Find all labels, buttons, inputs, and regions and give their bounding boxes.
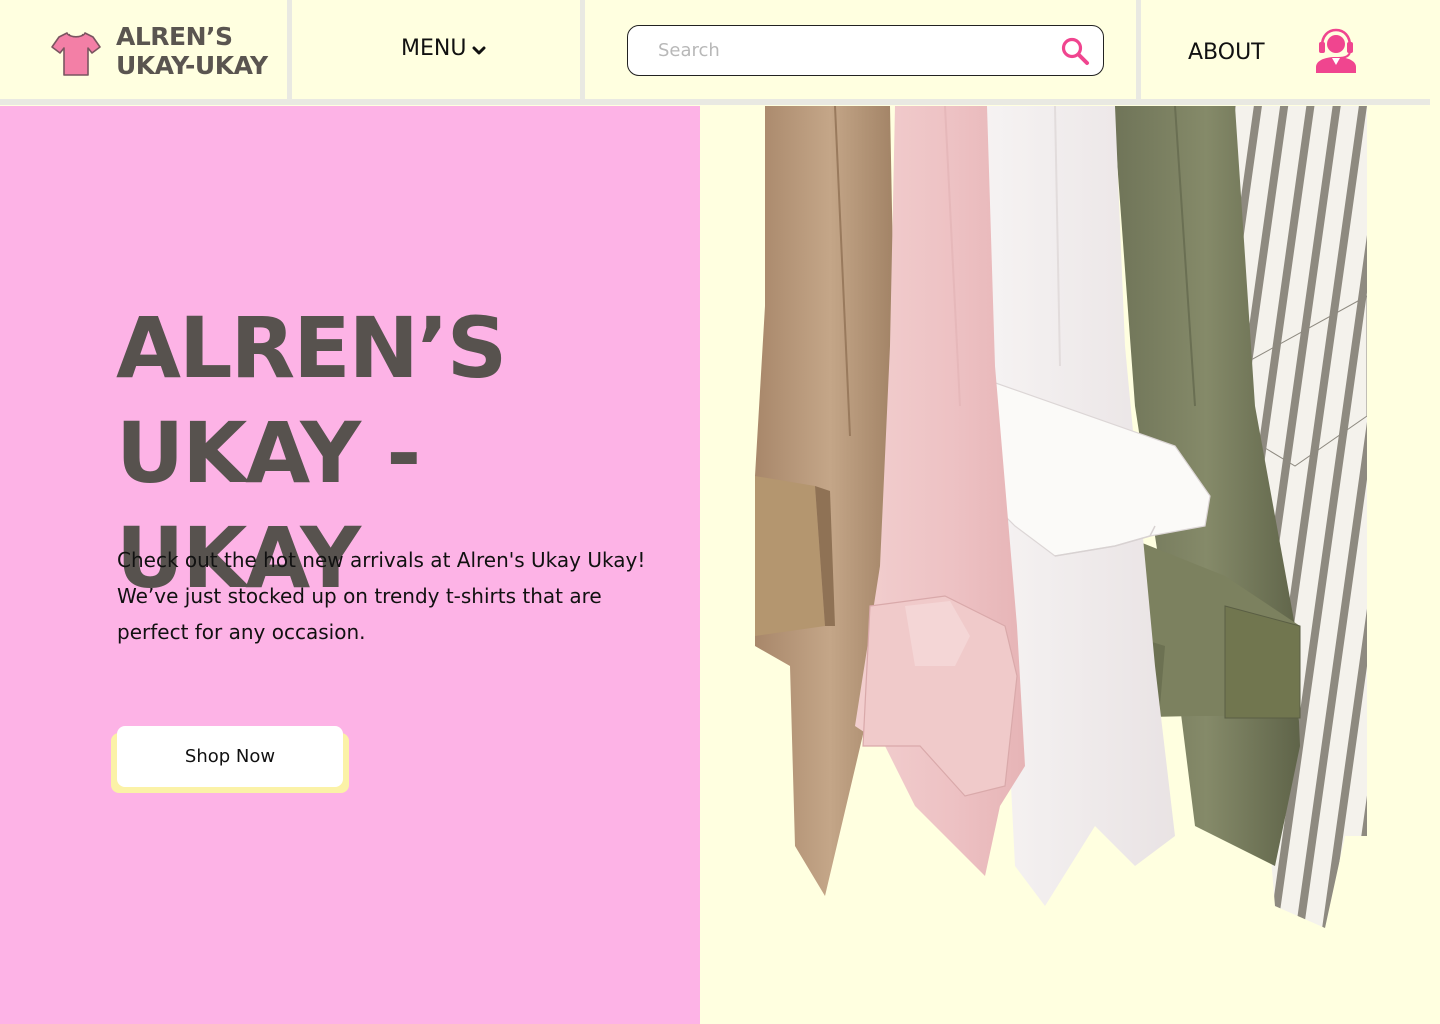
support-agent-icon[interactable] [1314,27,1358,73]
tshirt-icon [51,32,101,76]
logo-link[interactable]: ALREN’S UKAY-UKAY [50,22,268,80]
header: ALREN’S UKAY-UKAY MENU ABOUT [0,0,1440,106]
logo-text: ALREN’S UKAY-UKAY [116,22,268,80]
hanging-shirts-image [755,106,1367,928]
header-divider [287,0,292,99]
header-divider [1136,0,1141,99]
header-divider [580,0,585,99]
search-bar [627,25,1104,76]
search-icon[interactable] [1059,35,1091,67]
chevron-down-icon [472,46,486,54]
menu-label: MENU [401,36,467,61]
hero-description: Check out the hot new arrivals at Alren'… [117,548,646,644]
header-border [0,99,1430,105]
about-link[interactable]: ABOUT [1188,40,1265,65]
search-input[interactable] [658,40,1038,61]
shop-now-button[interactable]: Shop Now [117,726,343,787]
menu-dropdown[interactable]: MENU [401,36,486,61]
